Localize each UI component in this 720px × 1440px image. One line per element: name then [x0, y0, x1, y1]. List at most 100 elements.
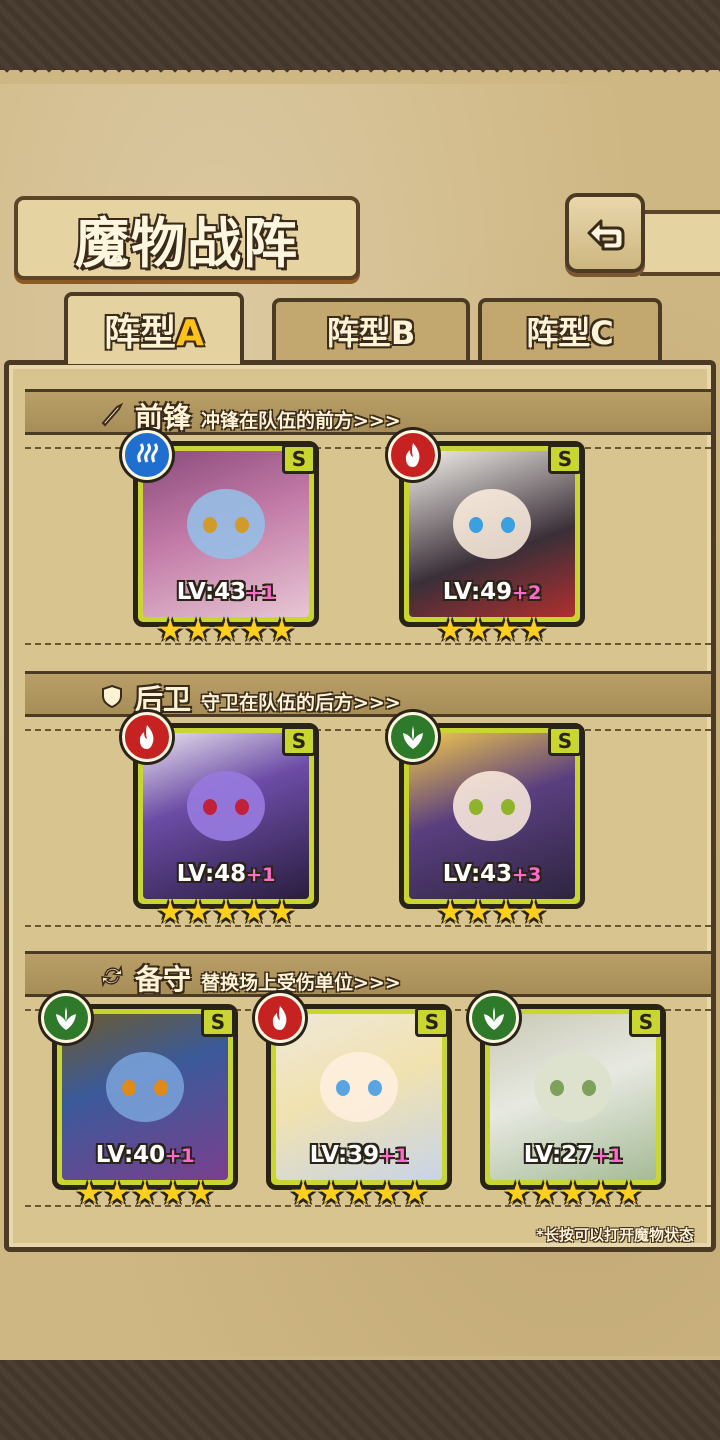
monster-portrait: LV:40+1 — [62, 1014, 228, 1180]
top-band — [0, 0, 720, 80]
back-button[interactable] — [565, 193, 645, 273]
star-icon: ★ — [615, 1176, 643, 1211]
star-rating: ★ ★ ★ ★ ★ — [485, 1179, 661, 1209]
star-icon: ★ — [492, 613, 520, 648]
sword-icon — [101, 402, 124, 427]
section-header-rearguard: 后卫 守卫在队伍的后方>>> — [25, 671, 711, 717]
bottom-band — [0, 1360, 720, 1440]
monster-card[interactable]: LV:39+1 S ★ ★ ★ ★ ★ — [255, 993, 452, 1209]
vanguard-row — [25, 447, 711, 645]
star-icon: ★ — [212, 895, 240, 930]
title-plate: 魔物战阵 — [14, 196, 360, 280]
back-rail — [640, 210, 720, 276]
monster-card[interactable]: LV:43+1 S ★ ★ ★ ★ ★ — [122, 430, 319, 646]
star-icon: ★ — [520, 895, 548, 930]
level-label: LV:43+3 — [442, 861, 542, 887]
section-description: 替换场上受伤单位>>> — [201, 972, 401, 994]
star-icon: ★ — [103, 1176, 131, 1211]
section-header-vanguard: 前锋 冲锋在队伍的前方>>> — [25, 389, 711, 435]
element-wood-icon — [469, 993, 519, 1043]
element-fire-icon — [255, 993, 305, 1043]
rearguard-row — [25, 729, 711, 927]
star-icon: ★ — [587, 1176, 615, 1211]
star-icon: ★ — [531, 1176, 559, 1211]
monster-card[interactable]: LV:43+3 S ★ ★ ★ ★ — [388, 712, 585, 928]
monster-portrait: LV:43+3 — [409, 733, 575, 899]
star-rating: ★ ★ ★ ★ ★ — [138, 616, 314, 646]
rank-badge: S — [201, 1007, 235, 1037]
star-icon: ★ — [184, 895, 212, 930]
tab-label: 阵型C — [526, 314, 614, 352]
star-icon: ★ — [240, 895, 268, 930]
tab-formation-c[interactable]: 阵型C — [478, 298, 662, 360]
star-icon: ★ — [503, 1176, 531, 1211]
star-icon: ★ — [436, 613, 464, 648]
star-rating: ★ ★ ★ ★ ★ — [271, 1179, 447, 1209]
star-icon: ★ — [268, 895, 296, 930]
star-rating: ★ ★ ★ ★ ★ — [57, 1179, 233, 1209]
star-icon: ★ — [156, 613, 184, 648]
star-icon: ★ — [436, 895, 464, 930]
monster-portrait: LV:39+1 — [276, 1014, 442, 1180]
star-icon: ★ — [464, 613, 492, 648]
tab-label: 阵型B — [326, 314, 416, 352]
long-press-hint: *长按可以打开魔物状态 — [536, 1226, 694, 1244]
monster-card[interactable]: LV:27+1 S ★ ★ ★ ★ ★ — [469, 993, 666, 1209]
return-arrow-icon — [587, 219, 625, 251]
star-icon: ★ — [464, 895, 492, 930]
star-icon: ★ — [520, 613, 548, 648]
star-icon: ★ — [187, 1176, 215, 1211]
star-icon: ★ — [401, 1176, 429, 1211]
star-icon: ★ — [159, 1176, 187, 1211]
section-description: 守卫在队伍的后方>>> — [201, 692, 401, 714]
tab-formation-b[interactable]: 阵型B — [272, 298, 470, 360]
formation-tabs: 阵型A 阵型B 阵型C — [10, 292, 710, 364]
element-fire-icon — [388, 430, 438, 480]
element-water-icon — [122, 430, 172, 480]
swap-icon — [101, 964, 123, 988]
star-icon: ★ — [373, 1176, 401, 1211]
monster-portrait: LV:48+1 — [143, 733, 309, 899]
page-title: 魔物战阵 — [75, 211, 299, 275]
rank-badge: S — [548, 726, 582, 756]
star-icon: ★ — [212, 613, 240, 648]
star-icon: ★ — [75, 1176, 103, 1211]
star-rating: ★ ★ ★ ★ — [404, 616, 580, 646]
level-label: LV:40+1 — [95, 1142, 195, 1168]
section-description: 冲锋在队伍的前方>>> — [201, 410, 401, 432]
star-icon: ★ — [240, 613, 268, 648]
monster-card[interactable]: LV:49+2 S ★ ★ ★ ★ — [388, 430, 585, 646]
element-wood-icon — [388, 712, 438, 762]
tab-label: 阵型A — [104, 313, 204, 354]
section-header-reserve: 备守 替换场上受伤单位>>> — [25, 951, 711, 997]
shield-icon — [102, 684, 122, 709]
tab-formation-a[interactable]: 阵型A — [64, 292, 244, 364]
star-icon: ★ — [317, 1176, 345, 1211]
star-icon: ★ — [289, 1176, 317, 1211]
level-label: LV:48+1 — [176, 861, 276, 887]
monster-portrait: LV:49+2 — [409, 451, 575, 617]
level-label: LV:49+2 — [442, 579, 542, 605]
monster-card[interactable]: LV:48+1 S ★ ★ ★ ★ ★ — [122, 712, 319, 928]
star-icon: ★ — [184, 613, 212, 648]
monster-card[interactable]: LV:40+1 S ★ ★ ★ ★ ★ — [41, 993, 238, 1209]
star-rating: ★ ★ ★ ★ — [404, 898, 580, 928]
level-label: LV:27+1 — [523, 1142, 623, 1168]
element-wood-icon — [41, 993, 91, 1043]
star-rating: ★ ★ ★ ★ ★ — [138, 898, 314, 928]
star-icon: ★ — [268, 613, 296, 648]
monster-portrait: LV:27+1 — [490, 1014, 656, 1180]
level-label: LV:43+1 — [176, 579, 276, 605]
element-fire-icon — [122, 712, 172, 762]
star-icon: ★ — [492, 895, 520, 930]
monster-portrait: LV:43+1 — [143, 451, 309, 617]
rank-badge: S — [282, 444, 316, 474]
rank-badge: S — [282, 726, 316, 756]
star-icon: ★ — [131, 1176, 159, 1211]
rank-badge: S — [415, 1007, 449, 1037]
level-label: LV:39+1 — [309, 1142, 409, 1168]
rank-badge: S — [629, 1007, 663, 1037]
section-title: 备守 — [135, 963, 192, 996]
star-icon: ★ — [559, 1176, 587, 1211]
star-icon: ★ — [156, 895, 184, 930]
